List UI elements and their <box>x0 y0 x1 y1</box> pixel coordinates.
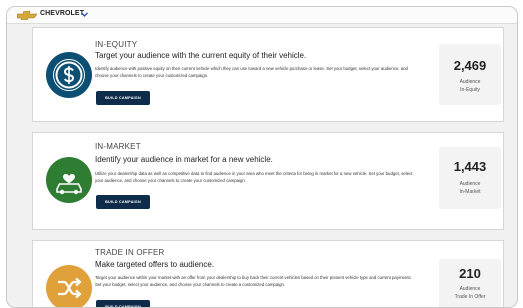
audience-count: 1,443 <box>453 159 487 174</box>
audience-count: 2,469 <box>453 58 487 73</box>
car-heart-icon <box>46 157 92 203</box>
campaign-card-in-market: IN-MARKET Identify your audience in mark… <box>32 132 504 230</box>
audience-count-panel: 1,443 Audience In-Market <box>439 147 501 209</box>
audience-segment-label: Trade In Offer <box>454 294 486 300</box>
campaign-title: IN-EQUITY <box>95 40 138 49</box>
top-bar: CHEVROLET <box>7 7 517 24</box>
build-campaign-button[interactable]: BUILD CAMPAIGN <box>96 91 150 105</box>
campaign-icon-badge <box>46 265 92 307</box>
campaign-subtitle: Identify your audience in market for a n… <box>95 155 273 164</box>
dollar-coin-icon <box>46 52 92 98</box>
brand-selector[interactable]: CHEVROLET <box>40 10 84 17</box>
chevron-down-icon[interactable] <box>81 12 88 17</box>
audience-count-label: Audience <box>459 181 481 187</box>
campaign-description: Identify audience with positive equity o… <box>95 66 408 78</box>
campaign-card-in-equity: IN-EQUITY Target your audience with the … <box>32 27 504 122</box>
campaign-subtitle: Make targeted offers to audience. <box>95 260 215 269</box>
audience-count: 210 <box>459 266 481 281</box>
campaign-description: Target your audience within your market … <box>95 275 412 287</box>
audience-count-panel: 210 Audience Trade In Offer <box>439 259 501 307</box>
audience-segment-label: In-Equity <box>460 87 480 93</box>
build-campaign-button[interactable]: BUILD CAMPAIGN <box>96 300 150 307</box>
audience-segment-label: In-Market <box>459 189 481 195</box>
campaign-description: Utilize your dealership data as well as … <box>95 171 413 183</box>
campaign-title: IN-MARKET <box>95 142 141 151</box>
audience-count-label: Audience <box>459 286 481 292</box>
app-window: CHEVROLET IN-EQUITY Target your audience… <box>6 6 518 308</box>
bowtie-logo-icon <box>17 11 37 20</box>
audience-count-label: Audience <box>459 79 481 85</box>
campaign-subtitle: Target your audience with the current eq… <box>95 51 307 60</box>
campaign-icon-badge <box>46 157 92 203</box>
campaign-card-trade-in-offer: TRADE IN OFFER Make targeted offers to a… <box>32 240 504 307</box>
campaign-icon-badge <box>46 52 92 98</box>
audience-count-panel: 2,469 Audience In-Equity <box>439 44 501 105</box>
shuffle-icon <box>46 265 92 307</box>
build-campaign-button[interactable]: BUILD CAMPAIGN <box>96 195 150 209</box>
campaign-title: TRADE IN OFFER <box>95 248 165 257</box>
